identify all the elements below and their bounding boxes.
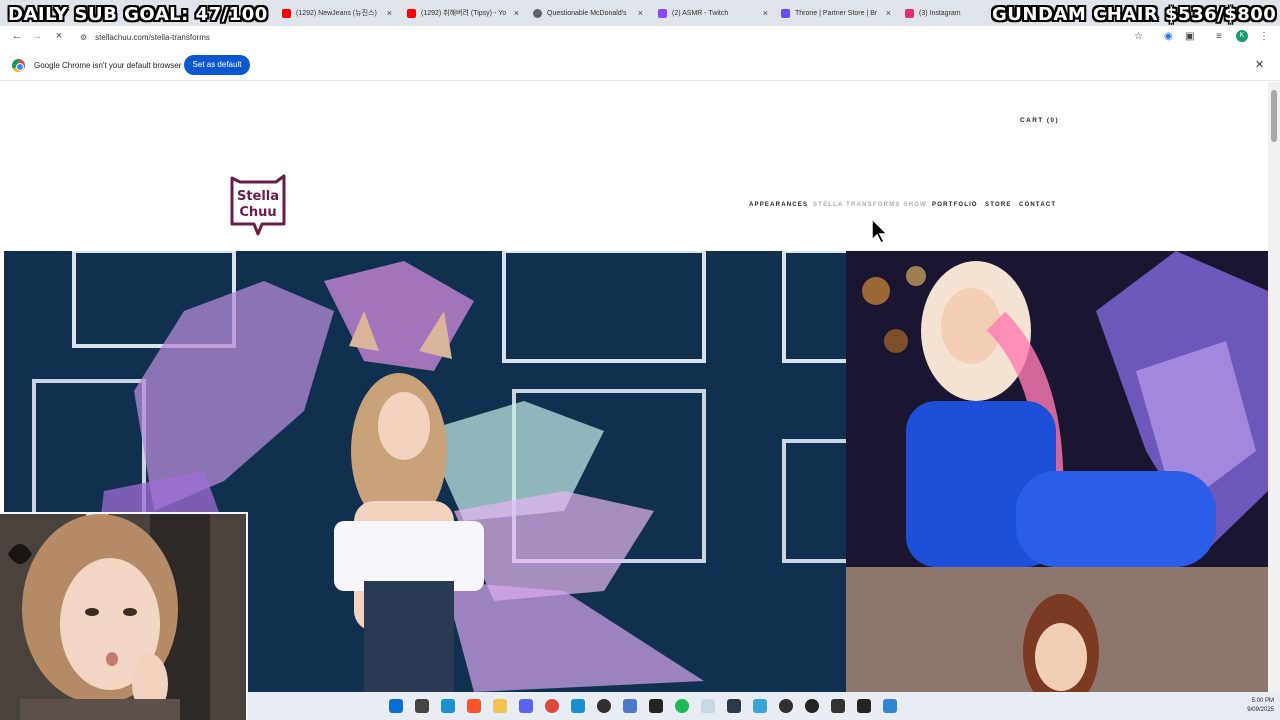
tab-mcdonalds[interactable]: Questionable McDonald's × [533,4,643,22]
sub-goal-overlay: DAILY SUB GOAL: 47/100 [8,4,268,25]
extension-icon[interactable]: ◉ [1164,31,1173,42]
tab-title: Throne | Partner Store | Br [795,9,878,17]
menu-icon[interactable]: ⋮ [1259,31,1269,42]
tab-title: (1292) NewJeans (뉴진스) [296,10,377,17]
logo-text-stella: Stella [237,189,279,204]
tab-title: (1292) 취해버려 (Tipsy) - Yo [421,10,507,17]
clock-date: 9/09/2025 [1247,707,1274,713]
terminal-icon[interactable] [649,699,663,713]
chrome-icon[interactable] [545,699,559,713]
back-icon[interactable]: ← [10,30,24,42]
clock-time: 5:00 PM [1251,698,1274,704]
tab-title: Questionable McDonald's [547,9,627,17]
logo-badge: Stella Chuu [230,174,286,236]
capture-icon[interactable] [727,699,741,713]
obs-icon[interactable] [779,699,793,713]
chrome-logo-icon [12,59,25,72]
spotify-icon[interactable] [675,699,689,713]
cosplay-photo-2-illustration [846,251,1268,567]
explorer-icon[interactable] [493,699,507,713]
close-tab-icon[interactable]: × [886,8,891,18]
close-tab-icon[interactable]: × [387,8,392,18]
file-icon[interactable] [415,699,429,713]
brave-icon[interactable] [467,699,481,713]
logo-text-chuu: Chuu [239,205,276,220]
obs-icon[interactable] [597,699,611,713]
notes-icon[interactable] [753,699,767,713]
close-tab-icon[interactable]: × [514,8,519,18]
site-info-icon[interactable]: ⚙ [80,33,87,42]
instagram-icon [905,8,914,18]
throne-icon [781,8,790,18]
webcam-feed-illustration [0,514,246,720]
nav-portfolio[interactable]: PORTFOLIO [932,202,978,208]
steam-icon[interactable] [701,699,715,713]
address-bar[interactable]: ⚙ stellachuu.com/stella-transforms [74,28,1154,46]
tab-twitch[interactable]: (2) ASMR - Twitch × [658,4,768,22]
nav-appearances[interactable]: APPEARANCES [749,202,808,208]
discord-icon[interactable] [519,699,533,713]
shield-icon[interactable] [623,699,637,713]
scroll-thumb[interactable] [1271,90,1277,142]
nav-contact[interactable]: CONTACT [1019,202,1056,208]
url-text[interactable]: stellachuu.com/stella-transforms [95,33,210,42]
close-icon[interactable]: ✕ [1255,58,1264,71]
mouse-cursor-icon [871,218,889,244]
tab-youtube-newjeans[interactable]: (1292) NewJeans (뉴진스) × [282,4,392,22]
tab-title: (2) ASMR - Twitch [672,9,729,17]
default-browser-infobar: Google Chrome isn't your default browser… [0,50,1280,81]
close-tab-icon[interactable]: × [638,8,643,18]
stop-icon[interactable]: × [52,30,66,42]
terminal-icon[interactable] [857,699,871,713]
globe-icon [533,8,542,18]
page-scrollbar[interactable] [1268,82,1280,692]
webcam-overlay [0,512,248,720]
cart-link[interactable]: CART (0) [1020,117,1059,124]
youtube-icon [282,8,291,18]
system-clock[interactable]: 5:00 PM 9/09/2025 [1228,697,1274,715]
edge-icon[interactable] [441,699,455,713]
chair-goal-overlay: GUNDAM CHAIR $536/$800 [992,4,1277,25]
close-tab-icon[interactable]: × [763,8,768,18]
infobar-message: Google Chrome isn't your default browser [34,61,182,70]
record-icon[interactable] [805,699,819,713]
puzzle-icon[interactable]: ▣ [1185,31,1194,42]
nav-store[interactable]: STORE [985,202,1012,208]
photos-icon[interactable] [883,699,897,713]
download-icon[interactable] [831,699,845,713]
tab-throne[interactable]: Throne | Partner Store | Br × [781,4,891,22]
windows-start-icon[interactable] [389,699,403,713]
screen: (1292) NewJeans (뉴진스) × (1292) 취해버려 (Tip… [0,0,1280,720]
nav-stella-transforms-show[interactable]: STELLA TRANSFORMS SHOW [813,202,927,208]
tab-title: (3) Instagram [919,9,961,17]
portrait-photo-illustration [846,567,1268,692]
bookmark-star-icon[interactable]: ☆ [1134,31,1143,42]
hero-photo-right-bottom[interactable] [846,567,1268,692]
youtube-icon [407,8,416,18]
twitch-icon [658,8,667,18]
forward-icon[interactable]: → [30,30,44,42]
profile-avatar[interactable]: K [1236,30,1248,42]
tab-youtube-tipsy[interactable]: (1292) 취해버려 (Tipsy) - Yo × [407,4,519,22]
hero-photo-right-top[interactable] [846,251,1268,567]
set-default-button[interactable]: Set as default [184,55,250,75]
browser-toolbar: ← → × ⚙ stellachuu.com/stella-transforms… [0,26,1280,48]
edge-icon[interactable] [571,699,585,713]
tab-instagram[interactable]: (3) Instagram [905,4,985,22]
site-logo[interactable]: Stella Chuu [226,172,290,236]
media-icon[interactable]: ≡ [1216,31,1222,42]
